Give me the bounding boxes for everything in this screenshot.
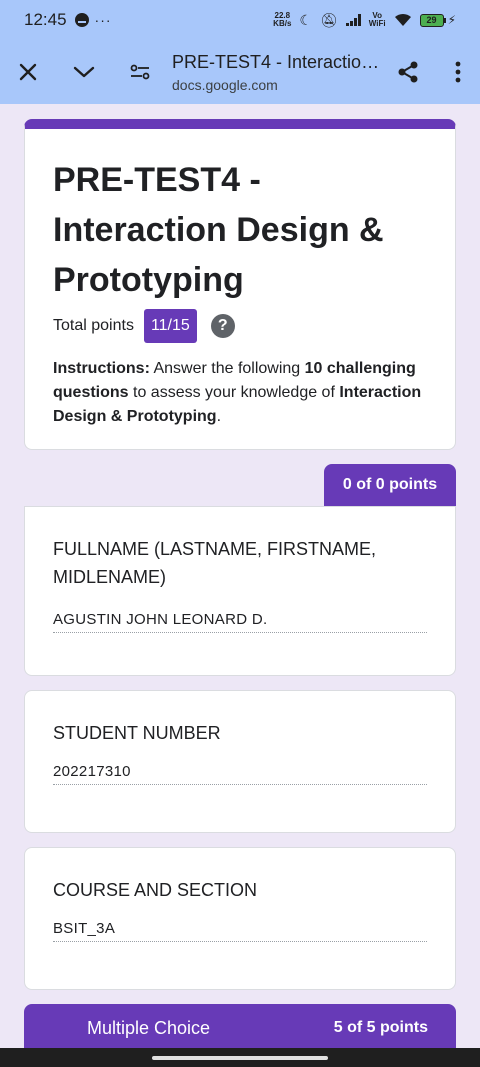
form-header-card: PRE-TEST4 - Interaction Design & Prototy… [24,119,456,450]
more-notifications-icon: ··· [94,12,112,28]
share-button[interactable] [380,44,436,100]
form-title: PRE-TEST4 - Interaction Design & Prototy… [53,161,384,299]
gesture-navigation-bar [0,1048,480,1067]
muted-alarm-icon: 🔕︎ [319,11,338,28]
more-options-button[interactable] [436,44,480,100]
page-title: PRE-TEST4 - Interaction Design & Prototy… [172,51,380,72]
page-title-area[interactable]: PRE-TEST4 - Interaction Design & Prototy… [168,52,380,93]
do-not-disturb-icon: ☾ [299,11,312,28]
question-card-student-number: STUDENT NUMBER 202217310 [24,690,456,833]
vowifi-indicator: Vo WiFi [368,11,386,28]
section-header-multiple-choice: Multiple Choice 5 of 5 points [24,1004,456,1052]
total-points-row: Total points 11/15 ? [53,309,427,343]
section-title: Multiple Choice [87,1017,211,1038]
status-bar: 12:45 ··· 22.8 KB/s ☾ 🔕︎ Vo WiFi 29 ⚡︎ [0,0,480,40]
page-url: docs.google.com [172,76,278,93]
section-points-tab: 0 of 0 points [324,464,456,506]
charging-icon: ⚡︎ [447,13,456,27]
battery-icon: 29 ⚡︎ [419,13,456,27]
question-title: STUDENT NUMBER [53,723,221,743]
page-info-button[interactable] [112,44,168,100]
answer-value: 202217310 [53,763,427,785]
form-instructions: Instructions: Answer the following 10 ch… [53,360,422,425]
total-points-label: Total points [53,317,134,334]
wifi-icon [394,13,411,26]
close-icon [19,63,37,81]
page-info-icon [130,64,150,80]
question-card-course-section: COURSE AND SECTION BSIT_3A [24,847,456,990]
custom-tab-toolbar: PRE-TEST4 - Interaction Design & Prototy… [0,40,480,104]
help-icon[interactable]: ? [210,314,235,338]
network-speed: 22.8 KB/s [273,11,292,28]
question-title: COURSE AND SECTION [53,880,258,900]
question-title: FULLNAME (LASTNAME, FIRSTNAME, MIDLENAME… [53,539,377,587]
chevron-down-icon [73,66,95,78]
close-button[interactable] [0,44,56,100]
home-indicator[interactable] [152,1055,328,1060]
share-icon [398,61,418,83]
score-badge: 11/15 [143,309,197,343]
signal-icon [345,14,361,26]
question-card-fullname: FULLNAME (LASTNAME, FIRSTNAME, MIDLENAME… [24,506,456,676]
status-time: 12:45 [24,10,67,29]
section-points: 5 of 5 points [333,1019,428,1036]
answer-value: AGUSTIN JOHN LEONARD D. [53,611,427,633]
messenger-icon [74,13,89,27]
answer-value: BSIT_3A [53,920,427,942]
more-vert-icon [455,61,461,83]
minimize-button[interactable] [56,44,112,100]
